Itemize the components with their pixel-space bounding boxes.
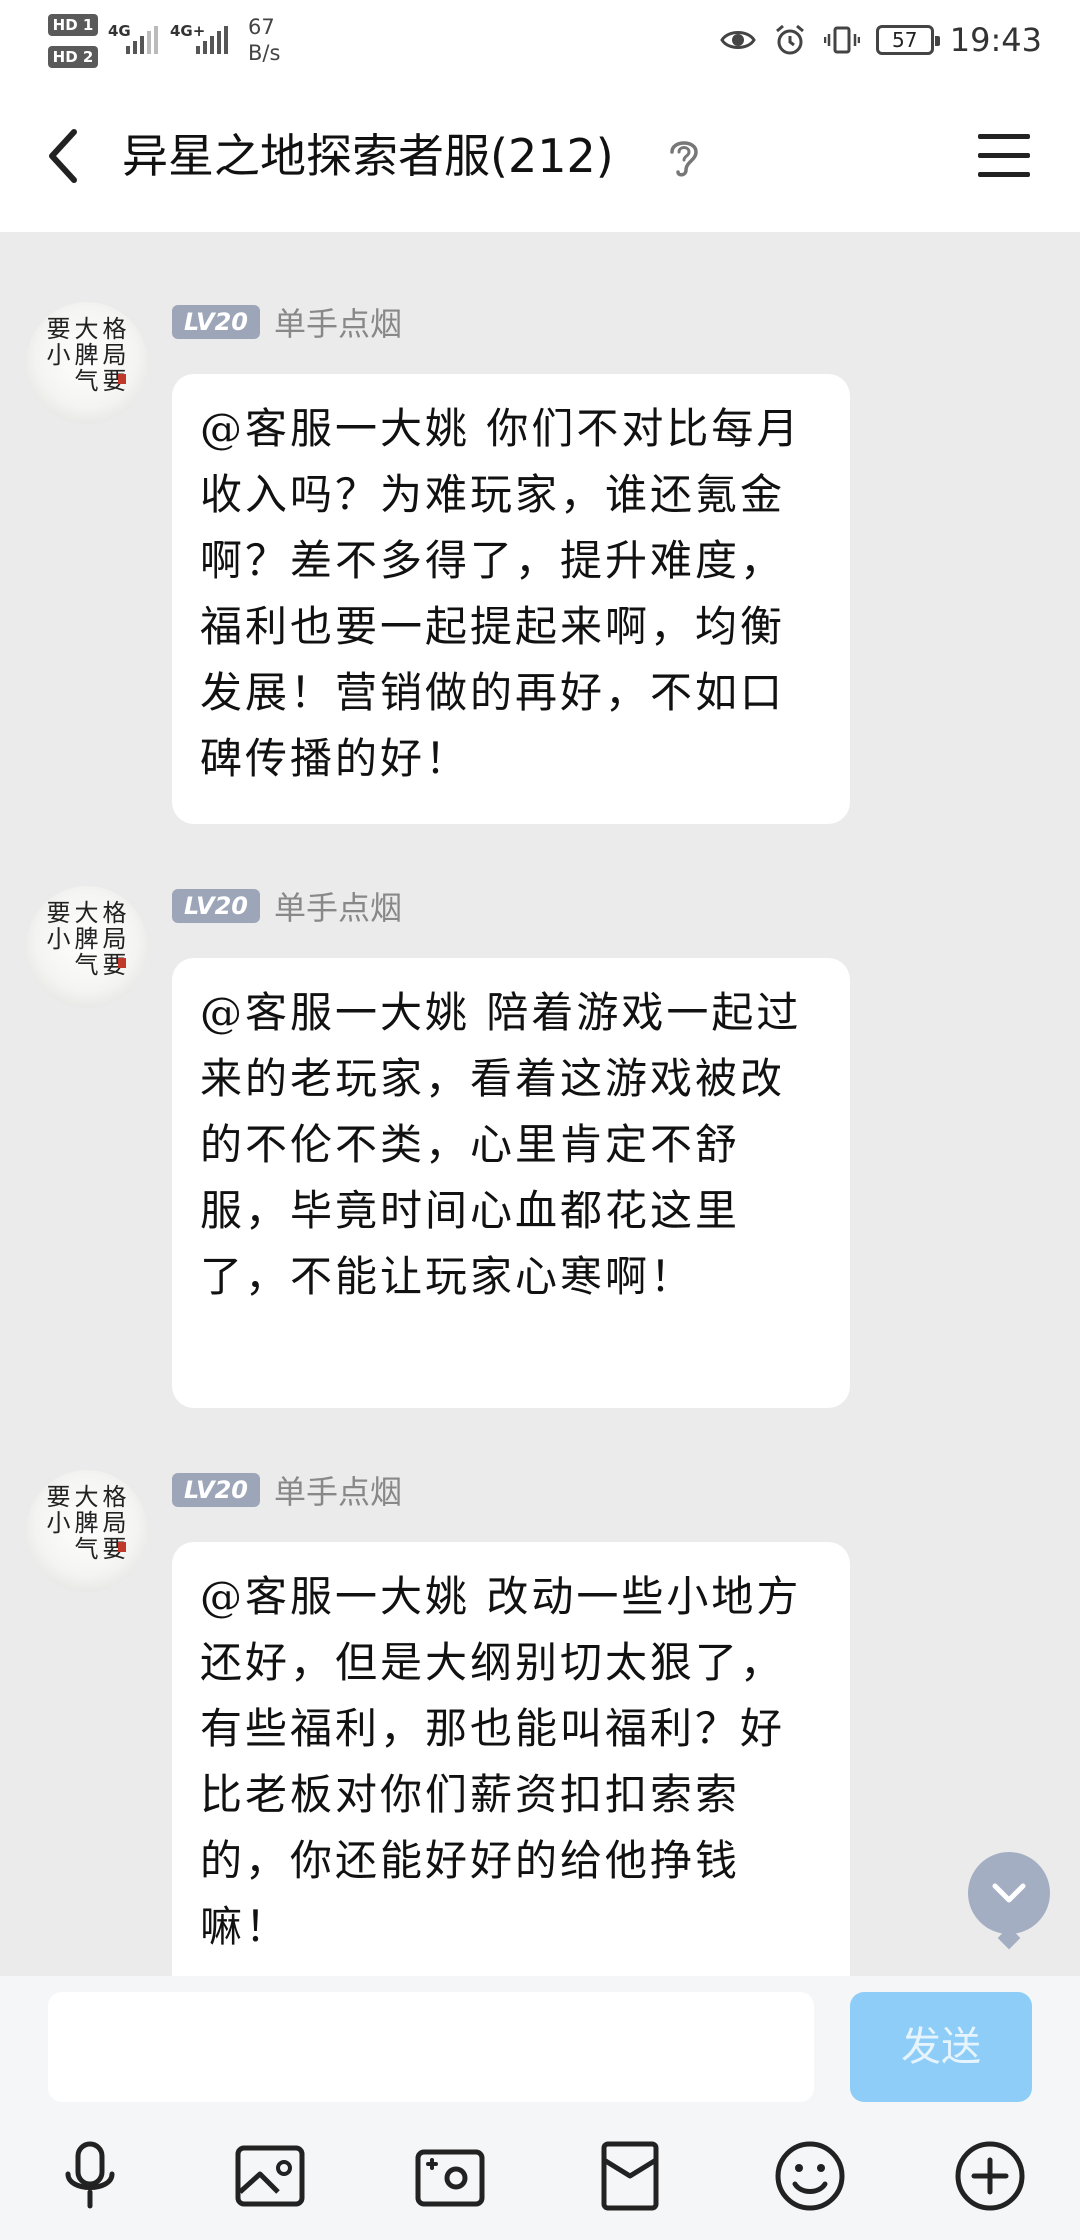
speed-unit: B/s	[248, 41, 281, 65]
level-badge: LV20	[172, 1473, 260, 1507]
avatar-seal	[118, 1542, 126, 1552]
red-packet-icon[interactable]	[588, 2134, 672, 2218]
eye-icon	[720, 31, 756, 49]
signal-1-icon	[126, 26, 158, 54]
message-meta: LV20 单手点烟	[172, 1467, 402, 1513]
message-bubble[interactable]: @客服一大姚 改动一些小地方还好，但是大纲别切太狠了，有些福利，那也能叫福利？好…	[172, 1542, 850, 1976]
camera-icon[interactable]	[408, 2134, 492, 2218]
sender-name[interactable]: 单手点烟	[274, 1467, 402, 1513]
clock: 19:43	[949, 21, 1042, 59]
status-bar: HD 1 HD 2 4G 4G+ 67 B/s 57 19:43	[0, 0, 1080, 80]
sim2-badge: HD 2	[48, 46, 98, 68]
menu-icon[interactable]	[976, 130, 1034, 182]
avatar-calligraphy-image: 格局要大脾气要小	[42, 900, 126, 978]
speed-value: 67	[248, 15, 275, 39]
battery-icon: 57	[875, 25, 940, 55]
level-badge: LV20	[172, 889, 260, 923]
message-meta: LV20 单手点烟	[172, 883, 402, 929]
message-input[interactable]	[48, 1992, 814, 2102]
avatar[interactable]: 格局要大脾气要小	[26, 302, 148, 424]
emoji-icon[interactable]	[768, 2134, 852, 2218]
send-button[interactable]: 发送	[850, 1992, 1032, 2102]
avatar-calligraphy-image: 格局要大脾气要小	[42, 1484, 126, 1562]
alarm-icon	[775, 24, 804, 55]
image-icon[interactable]	[228, 2134, 312, 2218]
back-icon[interactable]	[30, 116, 110, 196]
vibrate-icon	[823, 26, 860, 54]
avatar[interactable]: 格局要大脾气要小	[26, 886, 148, 1008]
avatar-seal	[118, 958, 126, 968]
signal-2-icon	[196, 26, 228, 54]
plus-icon[interactable]	[948, 2134, 1032, 2218]
microphone-icon[interactable]	[48, 2134, 132, 2218]
avatar-seal	[118, 374, 126, 384]
message-bubble[interactable]: @客服一大姚 你们不对比每月收入吗？为难玩家，谁还氪金啊？差不多得了，提升难度，…	[172, 374, 850, 824]
input-area: 发送	[0, 1976, 1080, 2240]
message-bubble[interactable]: @客服一大姚 陪着游戏一起过来的老玩家，看着这游戏被改的不伦不类，心里肯定不舒服…	[172, 958, 850, 1408]
sender-name[interactable]: 单手点烟	[274, 883, 402, 929]
system-icons: 57 19:43	[720, 14, 1042, 66]
avatar[interactable]: 格局要大脾气要小	[26, 1470, 148, 1592]
network-speed: 67 B/s	[248, 14, 280, 66]
message-meta: LV20 单手点烟	[172, 299, 402, 345]
sim1-badge: HD 1	[48, 14, 98, 36]
input-toolbar	[0, 2116, 1080, 2236]
page-title[interactable]: 异星之地探索者服(212)	[122, 124, 614, 188]
sender-name[interactable]: 单手点烟	[274, 299, 402, 345]
level-badge: LV20	[172, 305, 260, 339]
message-list[interactable]: 格局要大脾气要小 LV20 单手点烟 @客服一大姚 你们不对比每月收入吗？为难玩…	[0, 232, 1080, 1976]
scroll-to-bottom-button[interactable]	[968, 1852, 1050, 1934]
ear-icon[interactable]	[664, 134, 704, 180]
avatar-calligraphy-image: 格局要大脾气要小	[42, 316, 126, 394]
chevron-down-icon	[992, 1883, 1026, 1903]
chat-header: 异星之地探索者服(212)	[0, 80, 1080, 232]
